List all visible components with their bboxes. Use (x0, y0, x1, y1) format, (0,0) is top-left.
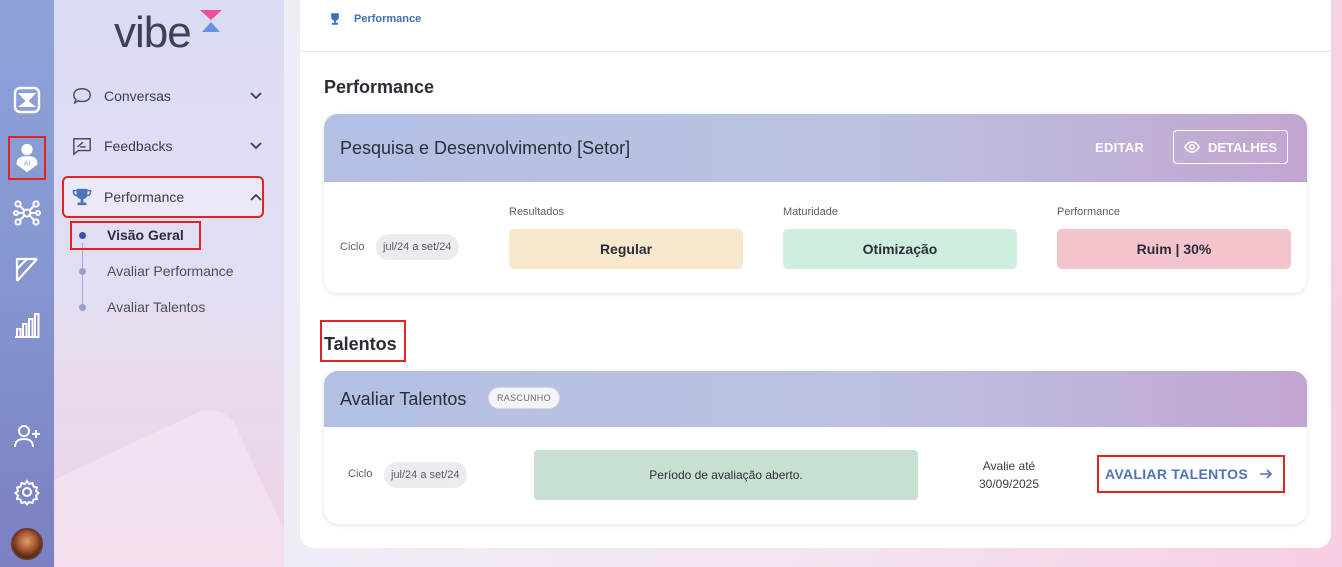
performance-card: Pesquisa e Desenvolvimento [Setor] EDITA… (324, 114, 1307, 293)
talentos-card: Avaliar Talentos RASCUNHO Ciclo jul/24 a… (324, 371, 1307, 524)
main-panel: Performance Performance Pesquisa e Desen… (300, 0, 1331, 548)
submenu-dot (79, 304, 86, 311)
edit-button[interactable]: EDITAR (1095, 140, 1144, 155)
status-badge: RASCUNHO (488, 387, 560, 409)
document-icon[interactable] (11, 253, 43, 285)
metric-label-resultados: Resultados (509, 206, 565, 218)
chevron-down-icon[interactable] (248, 138, 264, 154)
bar-chart-icon[interactable] (11, 309, 43, 341)
network-icon[interactable] (11, 197, 43, 229)
sidebar-item-label: Feedbacks (104, 138, 173, 154)
avaliar-talentos-button[interactable]: AVALIAR TALENTOS (1097, 455, 1285, 493)
section-title-talentos: Talentos (324, 334, 397, 354)
section-title-performance: Performance (324, 77, 435, 97)
breadcrumb: Performance (300, 0, 1331, 52)
deadline-date: 30/09/2025 (978, 477, 1040, 491)
metric-value-maturidade: Otimização (783, 229, 1017, 269)
metric-value-performance: Ruim | 30% (1057, 229, 1291, 269)
sidebar-item-label: Performance (104, 189, 185, 205)
metric-label-maturidade: Maturidade (783, 206, 839, 218)
sidebar-item-performance[interactable]: Performance (62, 176, 264, 218)
details-button-label: DETALHES (1208, 139, 1278, 155)
svg-text:AI: AI (24, 160, 30, 168)
metric-label-performance: Performance (1057, 206, 1120, 218)
settings-icon[interactable] (11, 476, 43, 508)
deadline-label: Avalie até (982, 459, 1036, 473)
app-logo[interactable]: vibe (114, 8, 192, 57)
sidebar-item-feedbacks[interactable]: Feedbacks (64, 127, 276, 165)
sidebar-item-label: Conversas (104, 88, 171, 104)
action-label: AVALIAR TALENTOS (1105, 466, 1248, 482)
icon-rail: AI (0, 0, 54, 567)
deadline: Avalie até 30/09/2025 (964, 457, 1054, 493)
ai-user-icon[interactable]: AI (8, 136, 46, 180)
avatar[interactable] (11, 528, 43, 560)
trophy-icon (331, 13, 339, 25)
logo-mark-icon (200, 10, 222, 32)
add-user-icon[interactable] (11, 420, 43, 452)
metric-value-resultados: Regular (509, 229, 743, 269)
feedback-icon (72, 135, 94, 157)
chat-bubble-icon (72, 85, 94, 107)
period-status: Período de avaliação aberto. (534, 450, 918, 500)
cycle-label: Ciclo (348, 468, 373, 480)
breadcrumb-item[interactable]: Performance (354, 13, 421, 25)
sidebar-item-conversas[interactable]: Conversas (64, 77, 276, 115)
talentos-card-header: Avaliar Talentos RASCUNHO (324, 371, 1307, 427)
submenu-dot (79, 268, 86, 275)
card-title: Avaliar Talentos (340, 389, 467, 409)
details-button[interactable]: DETALHES (1173, 130, 1289, 164)
performance-card-header: Pesquisa e Desenvolvimento [Setor] EDITA… (324, 114, 1307, 182)
chevron-up-icon[interactable] (248, 189, 264, 205)
submenu-item-visao-geral[interactable]: Visão Geral (107, 224, 184, 246)
submenu-item-avaliar-performance[interactable]: Avaliar Performance (107, 260, 234, 282)
submenu-item-avaliar-talentos[interactable]: Avaliar Talentos (107, 296, 205, 318)
cycle-pill: jul/24 a set/24 (384, 462, 467, 488)
inbox-icon[interactable] (11, 84, 43, 116)
cycle-label: Ciclo (340, 241, 365, 253)
card-title: Pesquisa e Desenvolvimento [Setor] (340, 138, 631, 158)
submenu-line (82, 243, 83, 311)
trophy-icon (72, 186, 94, 208)
chevron-down-icon[interactable] (248, 88, 264, 104)
cycle-pill: jul/24 a set/24 (376, 234, 459, 260)
sidebar: vibe Conversas Feedbacks Performance Vis… (54, 0, 284, 567)
arrow-right-icon (1259, 469, 1273, 479)
eye-icon (1184, 141, 1200, 153)
